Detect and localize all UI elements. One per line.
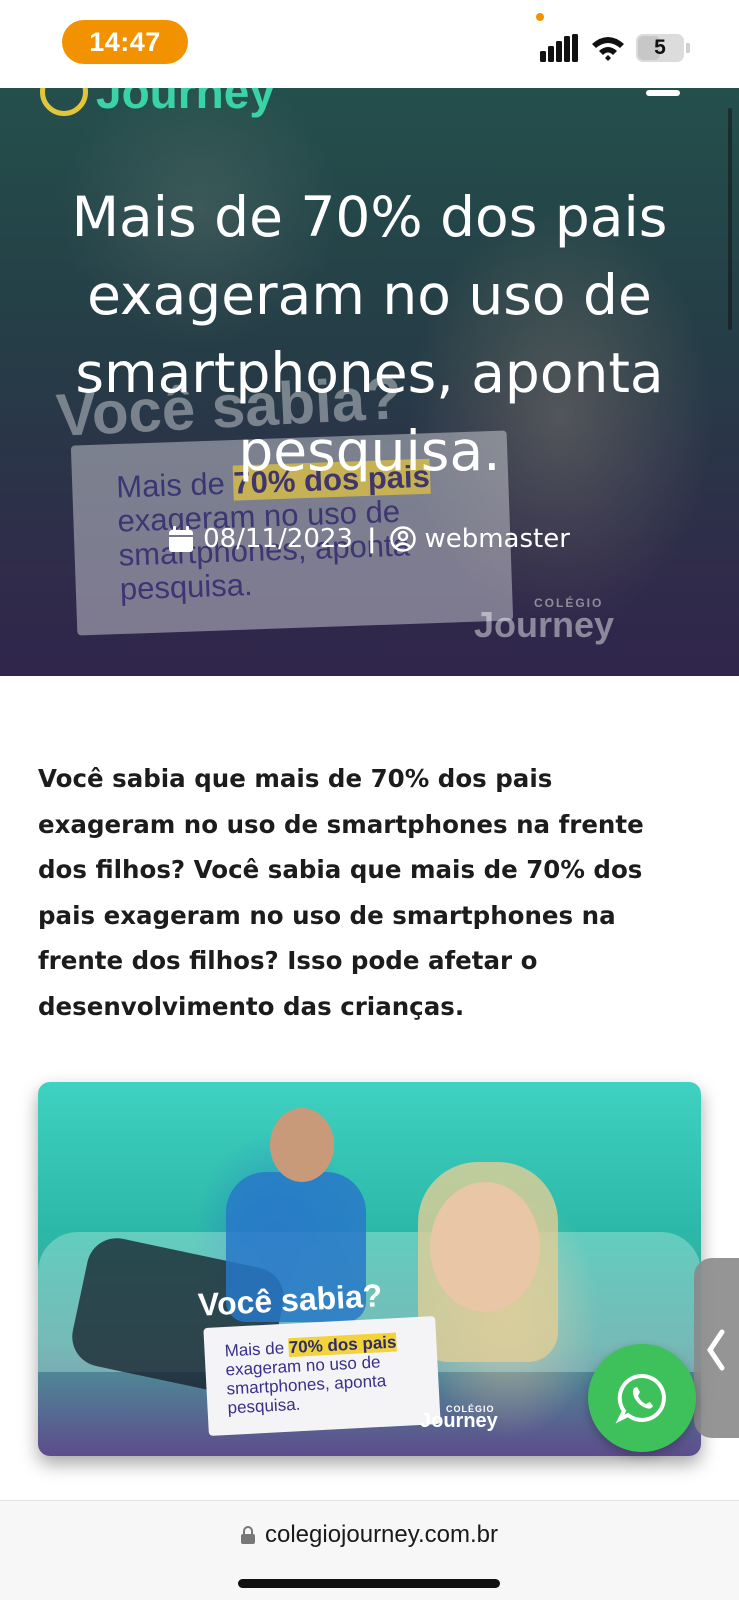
hamburger-icon[interactable]: [646, 90, 680, 96]
cellular-signal-icon: [540, 34, 578, 62]
post-date[interactable]: 08/11/2023: [203, 524, 353, 554]
privacy-indicator-dot: [536, 13, 544, 21]
hero-bg-brand: COLÉGIO Journey: [474, 596, 615, 645]
status-time: 14:47: [62, 20, 188, 64]
battery-level: 5: [654, 36, 666, 59]
url-text: colegiojourney.com.br: [264, 1521, 498, 1548]
home-indicator[interactable]: [238, 1579, 500, 1588]
logo-emblem-icon: [40, 88, 88, 116]
post-title: Mais de 70% dos pais exageram no uso de …: [71, 185, 668, 483]
status-bar: 14:47 5: [0, 0, 739, 88]
post-author[interactable]: webmaster: [424, 524, 569, 554]
lock-icon: [240, 1526, 255, 1544]
wifi-icon: [592, 37, 624, 61]
whatsapp-icon: [615, 1373, 666, 1424]
address-bar[interactable]: colegiojourney.com.br: [0, 1521, 739, 1549]
post-meta: 08/11/2023 | webmaster: [0, 524, 739, 554]
whatsapp-button[interactable]: [588, 1344, 696, 1452]
scrollbar[interactable]: [728, 108, 732, 330]
calendar-icon: [169, 526, 194, 552]
image-card-text: Mais de 70% dos pais exageram no uso de …: [224, 1332, 397, 1418]
logo-text: Journey: [96, 88, 275, 118]
article-intro: Você sabia que mais de 70% dos pais exag…: [38, 764, 644, 1021]
battery-icon: 5: [636, 34, 690, 62]
meta-separator: |: [366, 524, 377, 554]
user-icon: [390, 526, 417, 552]
chevron-left-icon: [706, 1329, 725, 1371]
post-hero: Você sabia? Mais de 70% dos pais exagera…: [0, 88, 739, 676]
site-logo[interactable]: Journey: [40, 88, 275, 118]
browser-bottom-bar: colegiojourney.com.br: [0, 1500, 739, 1600]
image-brand: COLÉGIO Journey: [420, 1404, 498, 1432]
side-drawer-tab[interactable]: [694, 1258, 739, 1438]
